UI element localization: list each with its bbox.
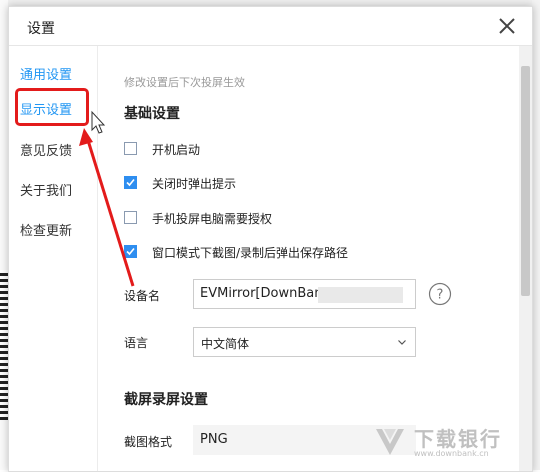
scrollbar-thumb[interactable] — [521, 66, 530, 296]
device-name-label: 设备名 — [124, 289, 161, 303]
checkbox-label: 开机启动 — [152, 143, 201, 157]
checkbox[interactable] — [124, 245, 137, 258]
settings-dialog: 设置 通用设置 显示设置 意见反馈 关于我们 检查更新 修改设置后下次投屏生效 … — [8, 6, 533, 472]
content-scrollbar[interactable] — [519, 46, 532, 471]
device-name-field[interactable]: EVMirror[DownBank — [193, 279, 416, 309]
checkbox-label: 窗口模式下截图/录制后弹出保存路径 — [152, 246, 349, 260]
svg-text:?: ? — [437, 288, 444, 303]
section-title-capture: 截屏录屏设置 — [124, 392, 208, 408]
settings-content: 修改设置后下次投屏生效 基础设置 开机启动 关闭时弹出提示 手机投屏电脑需要授权… — [98, 46, 523, 471]
language-select[interactable]: 中文简体 — [193, 327, 416, 357]
annotation-highlight-box — [15, 88, 89, 126]
check-icon — [126, 178, 135, 187]
watermark: 下载银行 www.downbank.cn — [372, 423, 532, 463]
checkbox[interactable] — [124, 176, 137, 189]
checkbox[interactable] — [124, 211, 137, 224]
check-icon — [126, 247, 135, 256]
language-value: 中文简体 — [201, 337, 250, 351]
sidebar-item-check-update[interactable]: 检查更新 — [9, 218, 97, 240]
device-name-value: EVMirror[DownBank — [200, 286, 330, 301]
watermark-logo-icon — [376, 429, 404, 455]
checkbox[interactable] — [124, 142, 137, 155]
sidebar-item-about[interactable]: 关于我们 — [9, 178, 97, 200]
section-title-basic: 基础设置 — [124, 106, 180, 122]
redacted-blur — [318, 287, 403, 303]
close-icon — [499, 18, 515, 34]
settings-sidebar: 通用设置 显示设置 意见反馈 关于我们 检查更新 — [9, 46, 98, 471]
watermark-text: 下载银行 — [414, 427, 502, 451]
sidebar-item-label: 通用设置 — [20, 68, 73, 83]
help-icon[interactable]: ? — [428, 282, 452, 306]
sidebar-item-general[interactable]: 通用设置 — [9, 62, 97, 84]
checkbox-label: 关闭时弹出提示 — [152, 177, 237, 191]
background-qr-pattern — [0, 270, 8, 420]
watermark-url: www.downbank.cn — [414, 449, 489, 458]
sidebar-item-label: 意见反馈 — [20, 144, 73, 159]
dialog-titlebar: 设置 — [9, 7, 532, 46]
language-label: 语言 — [124, 336, 149, 350]
background-window-right — [532, 0, 540, 470]
checkbox-label: 手机投屏电脑需要授权 — [152, 212, 273, 226]
sidebar-item-label: 检查更新 — [20, 224, 73, 239]
screenshot-format-value: PNG — [200, 432, 228, 447]
settings-hint: 修改设置后下次投屏生效 — [124, 76, 245, 89]
chevron-down-icon — [398, 340, 406, 345]
dialog-title: 设置 — [27, 21, 55, 37]
screenshot-format-label: 截图格式 — [124, 435, 173, 449]
sidebar-item-label: 关于我们 — [20, 184, 73, 199]
sidebar-item-feedback[interactable]: 意见反馈 — [9, 138, 97, 160]
close-button[interactable] — [494, 13, 520, 39]
